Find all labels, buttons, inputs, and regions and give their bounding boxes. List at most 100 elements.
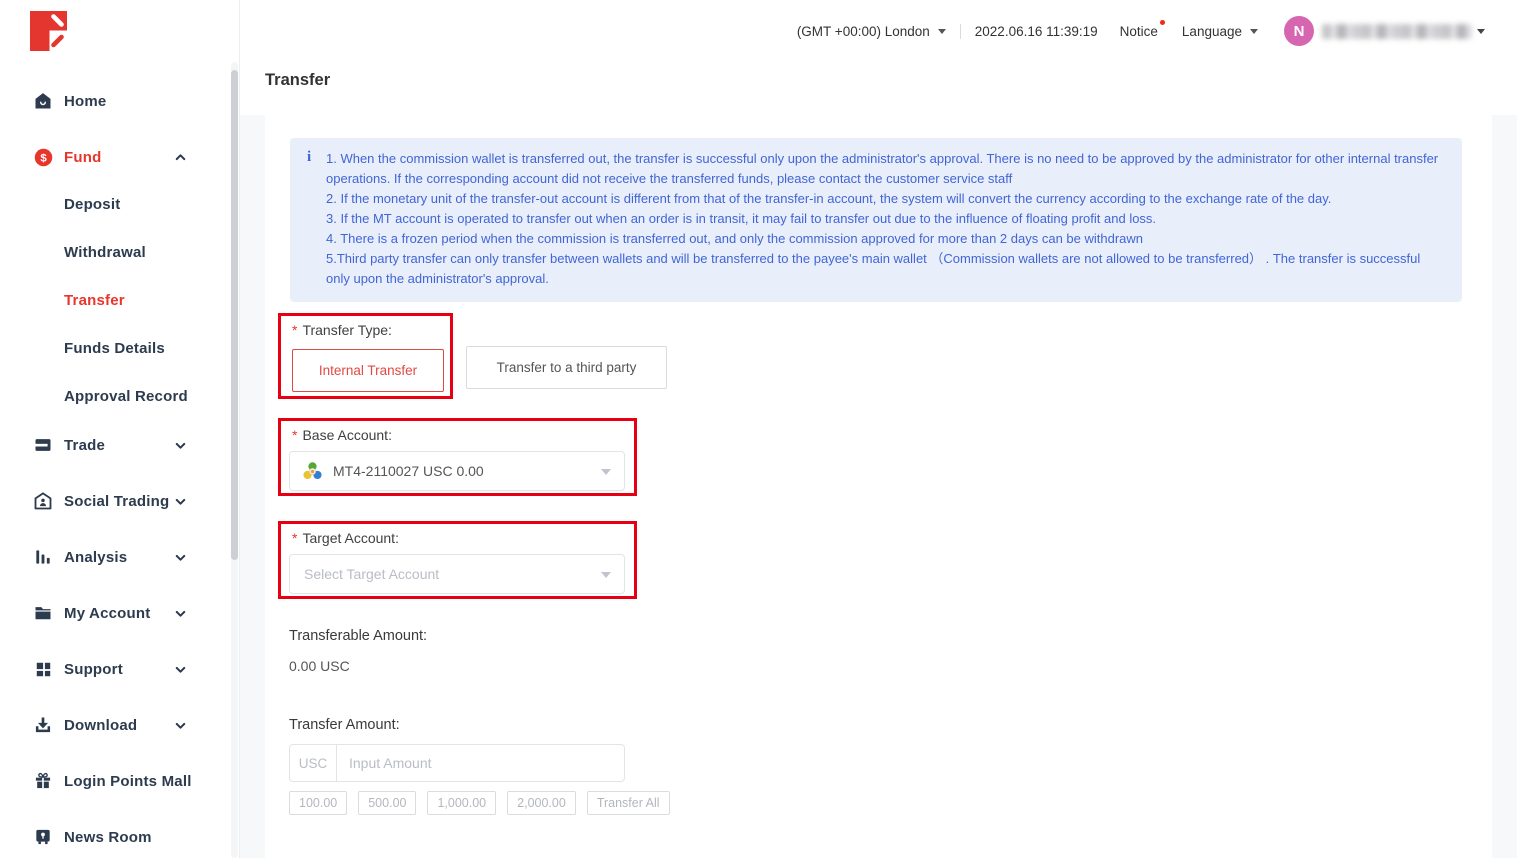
language-label: Language [1182, 24, 1242, 39]
mt4-logo-icon [302, 461, 323, 482]
timezone-selector[interactable]: (GMT +00:00) London [797, 24, 946, 39]
chevron-down-icon [174, 719, 188, 733]
sidebar-item-label: Funds Details [64, 340, 165, 357]
sidebar-item-download[interactable]: Download [0, 712, 220, 738]
chevron-down-icon [1477, 29, 1485, 34]
chevron-down-icon [1250, 29, 1258, 34]
grid-icon [32, 658, 54, 680]
sidebar-item-login-points-mall[interactable]: Login Points Mall [0, 768, 220, 794]
fund-icon: $ [32, 146, 54, 168]
internal-transfer-button[interactable]: Internal Transfer [292, 349, 444, 392]
sidebar-item-funds-details[interactable]: Funds Details [0, 335, 220, 361]
language-selector[interactable]: Language [1182, 24, 1258, 39]
sidebar-item-label: Withdrawal [64, 244, 146, 261]
quick-amount-button[interactable]: 100.00 [289, 791, 347, 815]
info-icon: i [307, 149, 311, 166]
notice-badge-dot [1160, 20, 1165, 25]
topbar-divider [960, 24, 961, 39]
transfer-amount-group: USC [289, 744, 625, 782]
main-area: (GMT +00:00) London 2022.06.16 11:39:19 … [240, 0, 1517, 858]
annotation-box-transfer-type: *Transfer Type: Internal Transfer [278, 313, 453, 399]
sidebar-item-label: Fund [64, 149, 101, 166]
notice-label: Notice [1120, 24, 1158, 39]
sidebar-item-label: Support [64, 661, 123, 678]
chevron-down-icon [601, 572, 611, 578]
sidebar-item-label: Login Points Mall [64, 773, 192, 790]
sidebar-item-support[interactable]: Support [0, 656, 220, 682]
required-marker: * [292, 322, 297, 338]
sidebar-item-label: News Room [64, 829, 152, 846]
social-trading-icon [32, 490, 54, 512]
sidebar-item-label: Transfer [64, 292, 125, 309]
chevron-down-icon [938, 29, 946, 34]
trade-icon [32, 434, 54, 456]
chevron-down-icon [174, 439, 188, 453]
chevron-down-icon [174, 495, 188, 509]
sidebar-item-label: Trade [64, 437, 105, 454]
page-gutter-left [240, 115, 265, 858]
transferable-amount-value: 0.00 USC [289, 658, 350, 674]
third-party-transfer-button[interactable]: Transfer to a third party [466, 346, 667, 389]
sidebar-item-approval-record[interactable]: Approval Record [0, 383, 220, 409]
gift-icon [32, 770, 54, 792]
quick-amount-button[interactable]: 500.00 [358, 791, 416, 815]
sidebar-item-fund[interactable]: $ Fund [0, 144, 220, 170]
notice-box: i 1. When the commission wallet is trans… [290, 138, 1462, 302]
chevron-up-icon [174, 151, 188, 165]
sidebar-item-label: My Account [64, 605, 150, 622]
sidebar-item-trade[interactable]: Trade [0, 432, 220, 458]
notice-line: 2. If the monetary unit of the transfer-… [326, 189, 1440, 209]
sidebar-item-my-account[interactable]: My Account [0, 600, 220, 626]
annotation-box-target-account: *Target Account: Select Target Account [278, 521, 637, 599]
news-room-icon [32, 826, 54, 848]
sidebar-item-label: Social Trading [64, 493, 169, 510]
currency-prefix: USC [290, 745, 337, 781]
user-avatar[interactable]: N [1284, 16, 1314, 46]
notice-button[interactable]: Notice [1120, 24, 1158, 39]
quick-amount-row: 100.00 500.00 1,000.00 2,000.00 Transfer… [289, 791, 670, 815]
target-account-label: *Target Account: [292, 530, 399, 546]
transfer-type-label: *Transfer Type: [292, 322, 392, 338]
sidebar-scrollbar[interactable] [231, 62, 238, 858]
datetime-display: 2022.06.16 11:39:19 [975, 24, 1098, 39]
sidebar-item-news-room[interactable]: News Room [0, 824, 220, 850]
transfer-amount-label: Transfer Amount: [289, 717, 400, 733]
notice-line: 3. If the MT account is operated to tran… [326, 209, 1440, 229]
sidebar-item-label: Analysis [64, 549, 127, 566]
chevron-down-icon [174, 551, 188, 565]
sidebar-item-withdrawal[interactable]: Withdrawal [0, 239, 220, 265]
svg-text:$: $ [40, 152, 47, 164]
page-title: Transfer [265, 71, 330, 90]
topbar: (GMT +00:00) London 2022.06.16 11:39:19 … [480, 0, 1517, 62]
transferable-amount-label: Transferable Amount: [289, 628, 427, 644]
brand-logo-icon [30, 11, 68, 51]
sidebar-scrollbar-thumb[interactable] [231, 70, 238, 560]
target-account-select[interactable]: Select Target Account [289, 554, 625, 594]
folder-icon [32, 602, 54, 624]
required-marker: * [292, 427, 297, 443]
notice-line: 5.Third party transfer can only transfer… [326, 249, 1440, 289]
annotation-box-base-account: *Base Account: MT4-2110027 USC 0.00 [278, 418, 637, 496]
base-account-label: *Base Account: [292, 427, 392, 443]
analysis-icon [32, 546, 54, 568]
sidebar-item-analysis[interactable]: Analysis [0, 544, 220, 570]
download-icon [32, 714, 54, 736]
sidebar: Home $ Fund Deposit Withdrawal Transfer … [0, 0, 240, 858]
timezone-label: (GMT +00:00) London [797, 24, 930, 39]
brand-logo[interactable] [30, 11, 68, 51]
quick-amount-button[interactable]: 1,000.00 [427, 791, 496, 815]
transfer-all-button[interactable]: Transfer All [587, 791, 670, 815]
home-icon [32, 90, 54, 112]
required-marker: * [292, 530, 297, 546]
username-redacted[interactable] [1322, 24, 1472, 39]
target-account-placeholder: Select Target Account [290, 566, 439, 582]
base-account-select[interactable]: MT4-2110027 USC 0.00 [289, 451, 625, 491]
chevron-down-icon [174, 607, 188, 621]
sidebar-item-social-trading[interactable]: Social Trading [0, 488, 220, 514]
sidebar-item-deposit[interactable]: Deposit [0, 191, 220, 217]
amount-input[interactable] [337, 745, 624, 781]
quick-amount-button[interactable]: 2,000.00 [507, 791, 576, 815]
sidebar-item-home[interactable]: Home [0, 88, 220, 114]
sidebar-item-label: Download [64, 717, 137, 734]
sidebar-item-transfer[interactable]: Transfer [0, 287, 220, 313]
